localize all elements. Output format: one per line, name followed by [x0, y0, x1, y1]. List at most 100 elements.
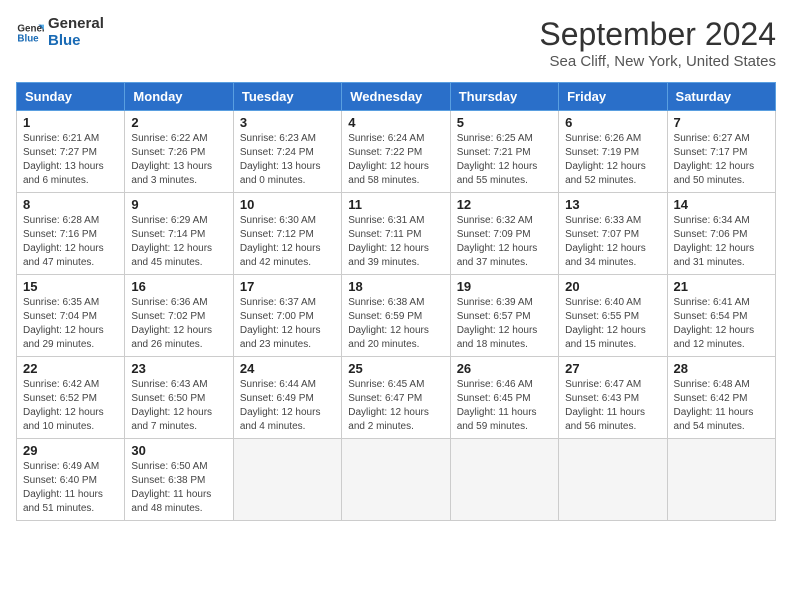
day-info: Sunrise: 6:47 AM Sunset: 6:43 PM Dayligh…: [565, 378, 660, 434]
calendar-cell: 25Sunrise: 6:45 AM Sunset: 6:47 PM Dayli…: [342, 357, 450, 439]
calendar-cell: 17Sunrise: 6:37 AM Sunset: 7:00 PM Dayli…: [233, 275, 341, 357]
day-number: 28: [674, 361, 769, 376]
calendar-cell: 7Sunrise: 6:27 AM Sunset: 7:17 PM Daylig…: [667, 111, 775, 193]
calendar-cell: 2 Sunrise: 6:22 AM Sunset: 7:26 PM Daylig…: [125, 111, 233, 193]
calendar-cell: 11 Sunrise: 6:31 AM Sunset: 7:11 PM Dayli…: [342, 193, 450, 275]
day-info: Sunrise: 6:50 AM Sunset: 6:38 PM Dayligh…: [131, 460, 226, 516]
day-info: Sunrise: 6:42 AM Sunset: 6:52 PM Dayligh…: [23, 378, 118, 434]
page-subtitle: Sea Cliff, New York, United States: [539, 53, 776, 70]
day-number: 27: [565, 361, 660, 376]
day-info: Sunrise: 6:39 AM Sunset: 6:57 PM Dayligh…: [457, 296, 552, 352]
calendar-cell: 1 Sunrise: 6:21 AM Sunset: 7:27 PM Daylig…: [17, 111, 125, 193]
calendar-cell: 20 Sunrise: 6:40 AM Sunset: 6:55 PM Dayli…: [559, 275, 667, 357]
day-info: Sunrise: 6:31 AM Sunset: 7:11 PM Dayligh…: [348, 214, 443, 270]
calendar-day-header: Thursday: [450, 83, 558, 111]
calendar-cell: 24 Sunrise: 6:44 AM Sunset: 6:49 PM Dayli…: [233, 357, 341, 439]
day-number: 22: [23, 361, 118, 376]
day-info: Sunrise: 6:46 AM Sunset: 6:45 PM Dayligh…: [457, 378, 552, 434]
calendar-cell: 22 Sunrise: 6:42 AM Sunset: 6:52 PM Dayli…: [17, 357, 125, 439]
logo: General Blue General Blue: [16, 16, 104, 49]
day-info: Sunrise: 6:45 AM Sunset: 6:47 PM Dayligh…: [348, 378, 443, 434]
day-number: 18: [348, 279, 443, 294]
calendar-day-header: Tuesday: [233, 83, 341, 111]
svg-text:Blue: Blue: [17, 33, 39, 44]
calendar-cell: 5Sunrise: 6:25 AM Sunset: 7:21 PM Daylig…: [450, 111, 558, 193]
calendar-cell: 6 Sunrise: 6:26 AM Sunset: 7:19 PM Daylig…: [559, 111, 667, 193]
calendar-day-header: Wednesday: [342, 83, 450, 111]
day-info: Sunrise: 6:21 AM Sunset: 7:27 PM Dayligh…: [23, 132, 118, 188]
day-number: 17: [240, 279, 335, 294]
calendar-day-header: Monday: [125, 83, 233, 111]
calendar-cell: [342, 439, 450, 521]
calendar-header-row: SundayMondayTuesdayWednesdayThursdayFrid…: [17, 83, 776, 111]
calendar-cell: 28Sunrise: 6:48 AM Sunset: 6:42 PM Dayli…: [667, 357, 775, 439]
day-number: 20: [565, 279, 660, 294]
calendar-week-row: 22 Sunrise: 6:42 AM Sunset: 6:52 PM Dayli…: [17, 357, 776, 439]
calendar-cell: 30Sunrise: 6:50 AM Sunset: 6:38 PM Dayli…: [125, 439, 233, 521]
calendar-cell: [450, 439, 558, 521]
header: General Blue General Blue September 2024…: [16, 16, 776, 70]
calendar-week-row: 8 Sunrise: 6:28 AM Sunset: 7:16 PM Daylig…: [17, 193, 776, 275]
day-number: 8: [23, 197, 118, 212]
calendar-cell: 21Sunrise: 6:41 AM Sunset: 6:54 PM Dayli…: [667, 275, 775, 357]
day-number: 12: [457, 197, 552, 212]
calendar-cell: 29Sunrise: 6:49 AM Sunset: 6:40 PM Dayli…: [17, 439, 125, 521]
day-info: Sunrise: 6:43 AM Sunset: 6:50 PM Dayligh…: [131, 378, 226, 434]
day-info: Sunrise: 6:30 AM Sunset: 7:12 PM Dayligh…: [240, 214, 335, 270]
calendar-week-row: 29Sunrise: 6:49 AM Sunset: 6:40 PM Dayli…: [17, 439, 776, 521]
day-info: Sunrise: 6:41 AM Sunset: 6:54 PM Dayligh…: [674, 296, 769, 352]
calendar-cell: 19 Sunrise: 6:39 AM Sunset: 6:57 PM Dayli…: [450, 275, 558, 357]
day-number: 15: [23, 279, 118, 294]
day-info: Sunrise: 6:33 AM Sunset: 7:07 PM Dayligh…: [565, 214, 660, 270]
calendar-cell: 15Sunrise: 6:35 AM Sunset: 7:04 PM Dayli…: [17, 275, 125, 357]
day-number: 1: [23, 115, 118, 130]
calendar-cell: 26 Sunrise: 6:46 AM Sunset: 6:45 PM Dayli…: [450, 357, 558, 439]
day-info: Sunrise: 6:29 AM Sunset: 7:14 PM Dayligh…: [131, 214, 226, 270]
calendar-cell: 3Sunrise: 6:23 AM Sunset: 7:24 PM Daylig…: [233, 111, 341, 193]
calendar-cell: [667, 439, 775, 521]
day-number: 23: [131, 361, 226, 376]
day-number: 5: [457, 115, 552, 130]
day-info: Sunrise: 6:28 AM Sunset: 7:16 PM Dayligh…: [23, 214, 118, 270]
day-number: 16: [131, 279, 226, 294]
calendar-cell: 27 Sunrise: 6:47 AM Sunset: 6:43 PM Dayli…: [559, 357, 667, 439]
day-info: Sunrise: 6:49 AM Sunset: 6:40 PM Dayligh…: [23, 460, 118, 516]
calendar-week-row: 15Sunrise: 6:35 AM Sunset: 7:04 PM Dayli…: [17, 275, 776, 357]
calendar-cell: 13Sunrise: 6:33 AM Sunset: 7:07 PM Dayli…: [559, 193, 667, 275]
day-info: Sunrise: 6:26 AM Sunset: 7:19 PM Dayligh…: [565, 132, 660, 188]
logo-icon: General Blue: [16, 19, 44, 47]
calendar-cell: 16Sunrise: 6:36 AM Sunset: 7:02 PM Dayli…: [125, 275, 233, 357]
day-number: 19: [457, 279, 552, 294]
day-number: 4: [348, 115, 443, 130]
day-info: Sunrise: 6:34 AM Sunset: 7:06 PM Dayligh…: [674, 214, 769, 270]
page-title: September 2024: [539, 16, 776, 53]
day-number: 26: [457, 361, 552, 376]
day-number: 7: [674, 115, 769, 130]
day-info: Sunrise: 6:40 AM Sunset: 6:55 PM Dayligh…: [565, 296, 660, 352]
calendar-cell: 10Sunrise: 6:30 AM Sunset: 7:12 PM Dayli…: [233, 193, 341, 275]
calendar-cell: 9 Sunrise: 6:29 AM Sunset: 7:14 PM Daylig…: [125, 193, 233, 275]
calendar-table: SundayMondayTuesdayWednesdayThursdayFrid…: [16, 82, 776, 521]
calendar-cell: [559, 439, 667, 521]
calendar-cell: 12Sunrise: 6:32 AM Sunset: 7:09 PM Dayli…: [450, 193, 558, 275]
calendar-cell: [233, 439, 341, 521]
calendar-day-header: Friday: [559, 83, 667, 111]
day-number: 11: [348, 197, 443, 212]
calendar-cell: 4 Sunrise: 6:24 AM Sunset: 7:22 PM Daylig…: [342, 111, 450, 193]
day-number: 24: [240, 361, 335, 376]
day-info: Sunrise: 6:22 AM Sunset: 7:26 PM Dayligh…: [131, 132, 226, 188]
day-info: Sunrise: 6:38 AM Sunset: 6:59 PM Dayligh…: [348, 296, 443, 352]
calendar-cell: 14 Sunrise: 6:34 AM Sunset: 7:06 PM Dayli…: [667, 193, 775, 275]
day-number: 2: [131, 115, 226, 130]
day-info: Sunrise: 6:44 AM Sunset: 6:49 PM Dayligh…: [240, 378, 335, 434]
day-number: 3: [240, 115, 335, 130]
logo-text-general: General: [48, 16, 104, 33]
day-number: 6: [565, 115, 660, 130]
calendar-cell: 23 Sunrise: 6:43 AM Sunset: 6:50 PM Dayli…: [125, 357, 233, 439]
title-area: September 2024 Sea Cliff, New York, Unit…: [539, 16, 776, 70]
day-number: 9: [131, 197, 226, 212]
logo-text-blue: Blue: [48, 33, 104, 50]
day-info: Sunrise: 6:24 AM Sunset: 7:22 PM Dayligh…: [348, 132, 443, 188]
calendar-day-header: Sunday: [17, 83, 125, 111]
day-number: 14: [674, 197, 769, 212]
